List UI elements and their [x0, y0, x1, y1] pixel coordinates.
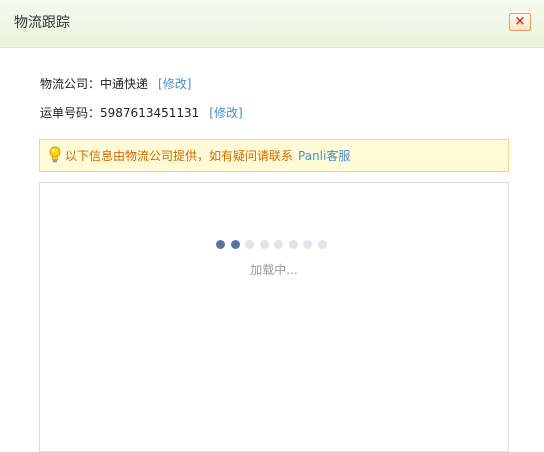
company-value: 中通快递	[100, 77, 149, 91]
dialog-header: 物流跟踪 ×	[0, 0, 544, 48]
logistics-dialog: 物流跟踪 × 物流公司：中通快递 [修改] 运单号码：5987613451131 […	[0, 0, 544, 452]
notice-banner: 以下信息由物流公司提供，如有疑问请联系 Panli客服	[39, 139, 509, 172]
loader-dot	[274, 240, 283, 249]
edit-waybill-link[interactable]: [修改]	[209, 106, 242, 120]
company-row: 物流公司：中通快递 [修改]	[40, 75, 191, 93]
loader-dot	[303, 240, 312, 249]
tracking-panel: 加载中...	[39, 182, 509, 452]
close-icon: ×	[514, 14, 526, 29]
loading-indicator	[216, 240, 332, 252]
waybill-label: 运单号码：	[40, 106, 101, 120]
notice-message: 以下信息由物流公司提供，如有疑问请联系	[65, 149, 294, 163]
edit-company-link[interactable]: [修改]	[158, 77, 191, 91]
loading-text: 加载中...	[250, 263, 298, 277]
loader-dot	[317, 240, 327, 249]
loader-dot	[288, 240, 298, 249]
customer-service-link[interactable]: Panli客服	[298, 149, 350, 163]
loader-dot	[245, 240, 254, 249]
close-button[interactable]: ×	[509, 13, 531, 31]
loader-dot	[259, 240, 269, 249]
waybill-row: 运单号码：5987613451131 [修改]	[40, 104, 243, 122]
notice-text: 以下信息由物流公司提供，如有疑问请联系 Panli客服	[65, 147, 350, 165]
dialog-title: 物流跟踪	[14, 15, 70, 31]
loader-dot	[230, 240, 240, 249]
loader-dot	[216, 240, 225, 249]
lightbulb-icon	[49, 146, 61, 163]
company-label: 物流公司：	[40, 77, 101, 91]
waybill-value: 5987613451131	[100, 106, 200, 120]
